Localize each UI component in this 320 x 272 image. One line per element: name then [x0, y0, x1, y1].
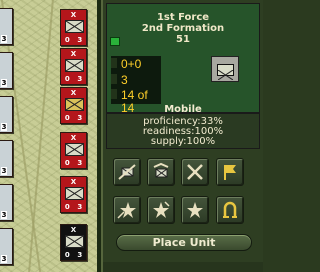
- steps-icon: [111, 89, 117, 99]
- attack-value: 0: [64, 36, 70, 44]
- unit-counter-selected[interactable]: X 03: [60, 87, 87, 124]
- supply-label: supply:100%: [150, 136, 216, 147]
- move-value: 3: [77, 251, 83, 259]
- infantry-symbol-icon: [65, 20, 84, 33]
- strength-icon: [111, 58, 117, 68]
- star-icon: [187, 202, 203, 218]
- move-star-icon: [117, 202, 136, 219]
- partial-unit-counter[interactable]: 3: [0, 96, 13, 133]
- unit-panel: 1st Force 2nd Formation 51 0+0 3 14 of 1…: [103, 0, 263, 272]
- transfer-icon: [153, 162, 169, 178]
- infantry-symbol-icon: [65, 143, 84, 156]
- unit-size-label: X: [70, 11, 77, 19]
- attack-value: 0: [64, 114, 70, 122]
- unit-formation: 2nd Formation: [141, 23, 225, 34]
- partial-unit-counter[interactable]: 3: [0, 52, 13, 89]
- move-value: 3: [77, 75, 83, 83]
- partial-unit-counter[interactable]: 3: [0, 184, 13, 221]
- move-value: 3: [77, 114, 83, 122]
- unit-info-box: 1st Force 2nd Formation 51 0+0 3 14 of 1…: [106, 3, 260, 115]
- unit-number: 51: [176, 34, 190, 45]
- infantry-symbol-icon: [65, 235, 84, 248]
- partial-unit-counter[interactable]: 3: [0, 228, 13, 265]
- unit-condition-box: proficiency:33% readiness:100% supply:10…: [106, 113, 260, 149]
- star-button[interactable]: [181, 196, 209, 224]
- unit-size-label: X: [70, 89, 77, 97]
- unit-size-label: X: [70, 226, 77, 234]
- attack-value: 0: [64, 159, 70, 167]
- bottom-strip: [103, 262, 263, 272]
- disband-icon: [118, 164, 136, 180]
- transfer-button[interactable]: [147, 158, 175, 186]
- attack-value: 0: [64, 251, 70, 259]
- map-view[interactable]: 3 3 3 3 3 3 X 03 X 03 X 03 X 03 X 03 X 0…: [0, 0, 97, 272]
- status-indicator-icon: [110, 37, 120, 46]
- promote-star-button[interactable]: [147, 196, 175, 224]
- attack-button[interactable]: [181, 158, 209, 186]
- unit-stats-box: 0+0 3 14 of 14: [111, 56, 161, 115]
- infantry-symbol-icon: [65, 98, 84, 111]
- unit-counter[interactable]: X 03: [60, 132, 87, 169]
- unit-counter[interactable]: X 03: [60, 48, 87, 85]
- hex-grid-line: [28, 0, 54, 272]
- movement-icon: [111, 74, 117, 84]
- undo-button[interactable]: [216, 196, 244, 224]
- unit-size-label: X: [70, 50, 77, 58]
- unit-size-label: X: [70, 178, 77, 186]
- place-unit-button[interactable]: Place Unit: [116, 234, 252, 251]
- flag-icon: [224, 165, 236, 180]
- unit-size-label: X: [70, 134, 77, 142]
- partial-unit-counter[interactable]: 3: [0, 140, 13, 177]
- attack-icon: [187, 164, 203, 180]
- move-star-button[interactable]: [113, 196, 141, 224]
- attack-value: 0: [64, 203, 70, 211]
- flag-button[interactable]: [216, 158, 244, 186]
- attack-value: 0: [64, 75, 70, 83]
- unit-counter[interactable]: X 03: [60, 224, 87, 261]
- strength-value: 0+0: [121, 57, 142, 71]
- infantry-symbol-icon: [65, 59, 84, 72]
- movement-value: 3: [121, 73, 128, 87]
- move-value: 3: [77, 159, 83, 167]
- move-value: 3: [77, 203, 83, 211]
- partial-unit-counter[interactable]: 3: [0, 8, 13, 45]
- infantry-symbol-icon: [217, 64, 234, 81]
- promote-star-icon: [153, 201, 170, 218]
- unit-name: 1st Force: [156, 12, 210, 23]
- disband-button[interactable]: [113, 158, 141, 186]
- move-value: 3: [77, 36, 83, 44]
- unit-counter[interactable]: X 03: [60, 9, 87, 46]
- unit-counter[interactable]: X 03: [60, 176, 87, 213]
- infantry-symbol-icon: [65, 187, 84, 200]
- unit-thumbnail: [211, 56, 239, 82]
- undo-icon: [223, 201, 237, 218]
